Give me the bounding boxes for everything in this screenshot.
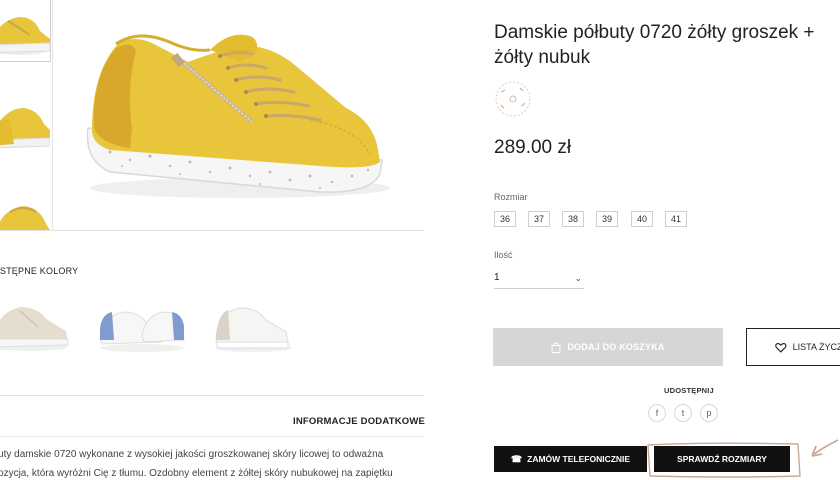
bag-icon [551, 342, 561, 353]
size-option-37[interactable]: 37 [528, 211, 550, 227]
wishlist-button[interactable]: LISTA ŻYCZEŃ [746, 328, 840, 366]
color-variant-white-grey[interactable] [212, 300, 294, 356]
gallery-bottom-divider [0, 230, 424, 231]
info-description-line-2: propozycja, która wyróżni Cię z tłumu. O… [0, 468, 393, 479]
phone-order-label: ZAMÓW TELEFONICZNIE [527, 454, 631, 464]
add-to-cart-button[interactable]: DODAJ DO KOSZYKA [493, 328, 723, 366]
facebook-icon[interactable]: f [648, 404, 666, 422]
phone-order-button[interactable]: ☎ ZAMÓW TELEFONICZNIE [494, 446, 647, 472]
wishlist-label: LISTA ŻYCZEŃ [792, 342, 840, 352]
white-blue-sneaker-image [99, 311, 185, 352]
brand-stamp-logo [495, 81, 531, 117]
sneaker-thumbnail-image [0, 108, 50, 149]
quantity-value: 1 [494, 272, 500, 283]
arrow-icon [811, 439, 839, 457]
add-to-cart-label: DODAJ DO KOSZYKA [567, 342, 665, 352]
sneaker-thumbnail-image [0, 206, 50, 230]
size-option-38[interactable]: 38 [562, 211, 584, 227]
gallery-divider [52, 0, 53, 230]
chevron-down-icon: ⌄ [574, 273, 582, 283]
size-option-41[interactable]: 41 [665, 211, 687, 227]
beige-sneaker-image [0, 307, 69, 351]
thumbnail-3[interactable] [0, 196, 50, 230]
info-top-divider [0, 395, 424, 396]
heart-icon [775, 342, 787, 353]
size-option-36[interactable]: 36 [494, 211, 516, 227]
info-description-line-1: Półbuty damskie 0720 wykonane z wysokiej… [0, 449, 384, 460]
info-tab-heading[interactable]: INFORMACJE DODATKOWE [293, 416, 425, 427]
yellow-sneaker-illustration [86, 34, 390, 198]
sneaker-thumbnail-image [0, 17, 50, 55]
available-colors-heading: DOSTĘPNE KOLORY [0, 266, 79, 276]
size-label: Rozmiar [494, 192, 528, 202]
hand-drawn-highlight [647, 442, 801, 478]
size-option-40[interactable]: 40 [631, 211, 653, 227]
phone-icon: ☎ [510, 453, 523, 464]
product-title: Damskie półbuty 0720 żółty groszek + żół… [494, 22, 815, 68]
white-grey-sneaker-image [215, 307, 292, 352]
quantity-label: Ilość [494, 250, 513, 260]
thumbnail-1[interactable] [0, 0, 51, 62]
main-product-image[interactable] [70, 10, 400, 220]
thumbnail-2[interactable] [0, 100, 50, 160]
pinterest-icon[interactable]: p [700, 404, 718, 422]
product-price: 289.00 zł [494, 137, 572, 158]
quantity-select[interactable]: 1 ⌄ [494, 268, 584, 289]
color-variant-white-blue[interactable] [98, 300, 186, 356]
color-variant-beige[interactable] [0, 295, 72, 355]
twitter-icon[interactable]: t [674, 404, 692, 422]
info-tab-divider [0, 436, 424, 437]
share-label: UDOSTĘPNIJ [664, 386, 714, 395]
brand-stamp [492, 78, 534, 120]
size-option-39[interactable]: 39 [596, 211, 618, 227]
